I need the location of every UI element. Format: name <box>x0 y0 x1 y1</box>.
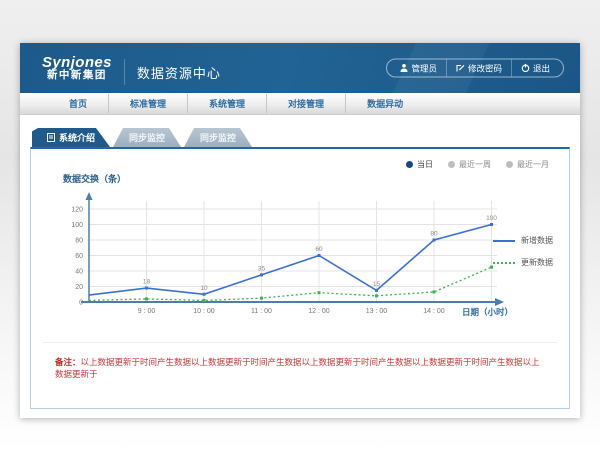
user-bar-user[interactable]: 管理员 <box>391 60 446 77</box>
svg-text:80: 80 <box>75 238 83 245</box>
svg-text:9 : 00: 9 : 00 <box>138 308 156 315</box>
legend-item: 更新数据 <box>493 257 553 268</box>
footnote-prefix: 备注： <box>55 357 81 367</box>
legend-line-icon <box>493 240 515 242</box>
system-intro-panel: 当日 最近一周 最近一月 数据交换（条） 0 20 40 60 80 100 120 9 : 00… <box>30 147 570 409</box>
nav-item[interactable]: 系统管理 <box>187 94 266 113</box>
footnote-body: 以上数据更新于时间产生数据以上数据更新于时间产生数据以上数据更新于时间产生数据以… <box>55 357 540 379</box>
svg-text:15: 15 <box>373 281 381 288</box>
legend-label: 更新数据 <box>521 257 553 268</box>
radio-当日[interactable]: 当日 <box>406 159 433 170</box>
svg-text:13 : 00: 13 : 00 <box>366 308 388 315</box>
user-bar-label: 修改密码 <box>468 62 502 74</box>
time-range-filter: 当日 最近一周 最近一月 <box>406 159 549 170</box>
content-area: 系统介绍 同步监控 同步监控 当日 最近一周 最近一月 数据交换（条） 0 20 40 60 8… <box>20 115 580 409</box>
app-window: Synjones 新中新集团 数据资源中心 管理员修改密码退出 首页标准管理系统… <box>20 43 580 418</box>
header-divider <box>124 59 125 85</box>
tab-label: 系统介绍 <box>59 131 95 144</box>
radio-最近一周[interactable]: 最近一周 <box>448 159 491 170</box>
radio-dot-icon <box>448 161 455 168</box>
nav-item[interactable]: 数据异动 <box>345 94 424 113</box>
user-bar-label: 退出 <box>533 62 550 74</box>
page-title: 数据资源中心 <box>137 63 221 82</box>
panel-divider <box>43 342 557 343</box>
user-bar-power[interactable]: 退出 <box>511 60 559 77</box>
svg-text:10 : 00: 10 : 00 <box>193 308 215 315</box>
tab-bar: 系统介绍 同步监控 同步监控 <box>32 128 570 147</box>
tab-0[interactable]: 系统介绍 <box>32 128 110 147</box>
svg-text:100: 100 <box>71 222 83 229</box>
legend-item: 新增数据 <box>493 235 553 246</box>
svg-text:35: 35 <box>258 265 266 272</box>
tab-1[interactable]: 同步监控 <box>113 128 181 147</box>
document-icon <box>47 133 55 142</box>
brand-logo-subtext: 新中新集团 <box>42 70 112 81</box>
edit-icon <box>456 64 465 73</box>
tab-label: 同步监控 <box>200 131 236 144</box>
svg-text:0: 0 <box>79 300 83 307</box>
user-bar-label: 管理员 <box>411 62 437 74</box>
chart-legend: 新增数据更新数据 <box>493 235 553 268</box>
desktop-background: Synjones 新中新集团 数据资源中心 管理员修改密码退出 首页标准管理系统… <box>0 0 600 450</box>
svg-text:14 : 00: 14 : 00 <box>423 308 445 315</box>
svg-text:80: 80 <box>430 231 438 238</box>
legend-label: 新增数据 <box>521 235 553 246</box>
nav-item[interactable]: 标准管理 <box>108 94 187 113</box>
footnote-text: 备注：以上数据更新于时间产生数据以上数据更新于时间产生数据以上数据更新于时间产生… <box>55 356 545 381</box>
svg-text:10: 10 <box>200 285 208 292</box>
svg-text:100: 100 <box>486 215 497 222</box>
brand-logo: Synjones 新中新集团 <box>42 55 112 82</box>
chart-svg: 0 20 40 60 80 100 120 9 : 00 10 : 00 11 : 00 12 : … <box>45 189 515 329</box>
user-toolbar: 管理员 修改密码 退出 <box>386 59 564 78</box>
radio-label: 最近一月 <box>517 159 549 170</box>
user-icon <box>400 64 408 73</box>
svg-text:11 : 00: 11 : 00 <box>251 308 272 315</box>
radio-最近一月[interactable]: 最近一月 <box>506 159 549 170</box>
brand-logo-text: Synjones <box>42 55 112 71</box>
svg-text:20: 20 <box>75 284 83 291</box>
radio-label: 最近一周 <box>459 159 491 170</box>
legend-line-icon <box>493 262 515 264</box>
radio-label: 当日 <box>417 159 433 170</box>
svg-text:60: 60 <box>315 246 323 253</box>
svg-text:60: 60 <box>75 253 83 260</box>
svg-text:18: 18 <box>143 279 151 286</box>
line-chart: 0 20 40 60 80 100 120 9 : 00 10 : 00 11 : 00 12 : … <box>45 189 515 329</box>
tab-label: 同步监控 <box>129 131 165 144</box>
radio-dot-icon <box>506 161 513 168</box>
svg-text:12 : 00: 12 : 00 <box>308 308 330 315</box>
svg-text:40: 40 <box>75 269 83 276</box>
nav-item[interactable]: 首页 <box>48 94 108 113</box>
tab-2[interactable]: 同步监控 <box>184 128 252 147</box>
svg-text:120: 120 <box>71 207 83 214</box>
power-icon <box>521 64 530 73</box>
app-header: Synjones 新中新集团 数据资源中心 管理员 修改密码 退出 <box>20 43 580 93</box>
radio-dot-icon <box>406 161 413 168</box>
svg-text:日期（小时）: 日期（小时） <box>462 307 513 317</box>
main-nav: 首页标准管理系统管理对接管理数据异动 <box>20 93 580 115</box>
y-axis-title: 数据交换（条） <box>63 172 126 185</box>
nav-item[interactable]: 对接管理 <box>266 94 345 113</box>
user-bar-edit[interactable]: 修改密码 <box>446 60 511 77</box>
